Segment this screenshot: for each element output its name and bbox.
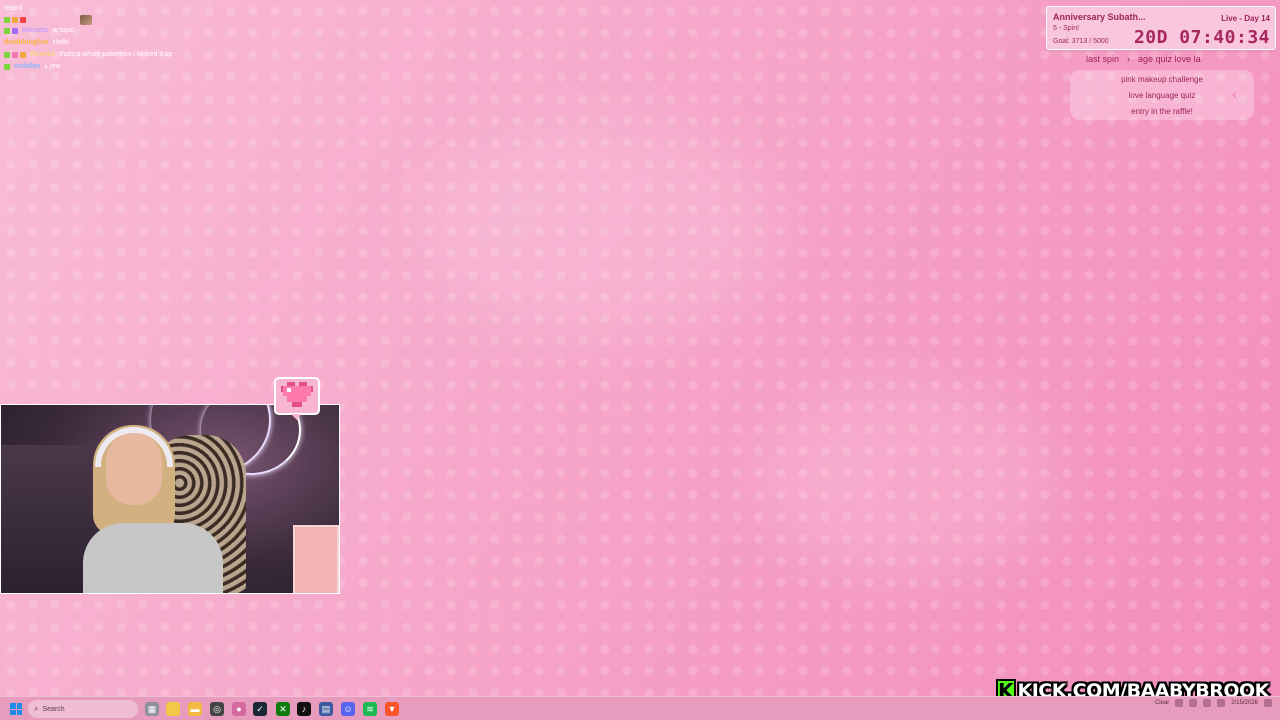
tiktok-icon[interactable]: ♪ [297, 702, 311, 716]
subathon-timer-widget: Anniversary Subath... Live - Day 14 5 - … [1046, 6, 1276, 50]
chat-line: helmets w topic [4, 25, 173, 37]
network-icon[interactable] [1189, 699, 1198, 707]
obs-icon[interactable]: ◎ [210, 702, 224, 716]
battery-icon[interactable] [1217, 699, 1226, 707]
chat-message: Hello [52, 39, 69, 46]
chat-message: thats a whole pokemon i looked it up [59, 51, 173, 58]
spin-ticker: last spin › age quiz love la [1086, 52, 1256, 66]
chat-username: Roseku [30, 51, 56, 58]
chat-line: retard [4, 3, 173, 15]
room-shelf [1, 445, 91, 593]
weather-label: Clear [1154, 700, 1170, 706]
volume-icon[interactable] [1203, 699, 1212, 707]
windows-taskbar: ⌕ Search ▦ ▬ ◎ ● ✓ ✕ ♪ ▤ ☺ ≋ ▼ Clear 2/1… [0, 696, 1280, 720]
spotify-icon[interactable]: ≋ [363, 702, 377, 716]
search-icon: ⌕ [34, 704, 39, 713]
chat-message: L jew [44, 63, 61, 70]
notification-icon[interactable] [1264, 699, 1272, 707]
webcam-feed [0, 404, 340, 594]
badge-icon [12, 17, 18, 23]
system-tray: Clear 2/15/2026 [1155, 699, 1272, 707]
heart-icon [274, 377, 320, 420]
badge-icon [20, 52, 26, 58]
wheel-option: entry in the raffle! [1131, 107, 1193, 116]
chat-message: w topic [52, 27, 75, 34]
ticker-value: age quiz love la [1138, 54, 1201, 64]
chevron-up-icon[interactable] [1175, 699, 1184, 707]
badge-icon [12, 28, 18, 34]
pink-box [293, 525, 339, 593]
chevron-right-icon: › [1127, 54, 1131, 64]
subathon-goal: Goal: 3713 / 5000 [1053, 38, 1109, 45]
chat-line: Roseku thats a whole pokemon i looked it… [4, 49, 173, 61]
chat-emote [80, 15, 92, 25]
subathon-title: Anniversary Subath... [1053, 12, 1146, 22]
background-glow [760, 380, 1060, 580]
subathon-countdown: 20D 07:40:34 [1133, 27, 1270, 48]
wheel-options-panel: pink makeup challenge love language quiz… [1070, 70, 1254, 120]
streamer-body [83, 523, 223, 593]
clock-date: 2/15/2026 [1231, 700, 1258, 706]
wheel-option: love language quiz [1128, 91, 1196, 100]
chevron-left-icon: ‹ [1232, 86, 1237, 102]
badge-icon [4, 52, 10, 58]
discord-icon[interactable]: ☺ [341, 702, 355, 716]
ticker-label: last spin [1086, 54, 1120, 64]
sticky-notes-icon[interactable] [166, 702, 180, 716]
steam-icon[interactable]: ✓ [253, 702, 267, 716]
badge-icon [4, 64, 10, 70]
app-icon[interactable]: ● [232, 702, 246, 716]
badge-icon [4, 17, 10, 23]
chat-overlay: retard helmets w topic deathkinglive Hel… [4, 3, 173, 73]
app-icon[interactable]: ▤ [319, 702, 333, 716]
chat-line [4, 15, 173, 25]
chat-message: retard [4, 5, 23, 12]
clock[interactable]: 2/15/2026 [1231, 699, 1258, 707]
wheel-option: pink makeup challenge [1121, 75, 1203, 84]
chat-line: mckifen L jew [4, 61, 173, 73]
background-glow [420, 120, 780, 340]
badge-icon [4, 28, 10, 34]
xbox-icon[interactable]: ✕ [276, 702, 290, 716]
chat-line: deathkinglive Hello [4, 37, 173, 49]
search-placeholder: Search [42, 705, 65, 713]
brave-icon[interactable]: ▼ [385, 702, 399, 716]
task-view-icon[interactable]: ▦ [145, 702, 159, 716]
windows-start-icon[interactable] [10, 703, 22, 715]
chat-username: helmets [22, 27, 49, 34]
subathon-rule: 5 - Spin! [1053, 25, 1080, 32]
chat-username: mckifen [14, 63, 41, 70]
chat-username: deathkinglive [4, 39, 49, 46]
badge-icon [12, 52, 18, 58]
taskbar-search[interactable]: ⌕ Search [28, 700, 138, 718]
subathon-day: Live - Day 14 [1221, 14, 1270, 23]
file-explorer-icon[interactable]: ▬ [188, 702, 202, 716]
badge-icon [20, 17, 26, 23]
